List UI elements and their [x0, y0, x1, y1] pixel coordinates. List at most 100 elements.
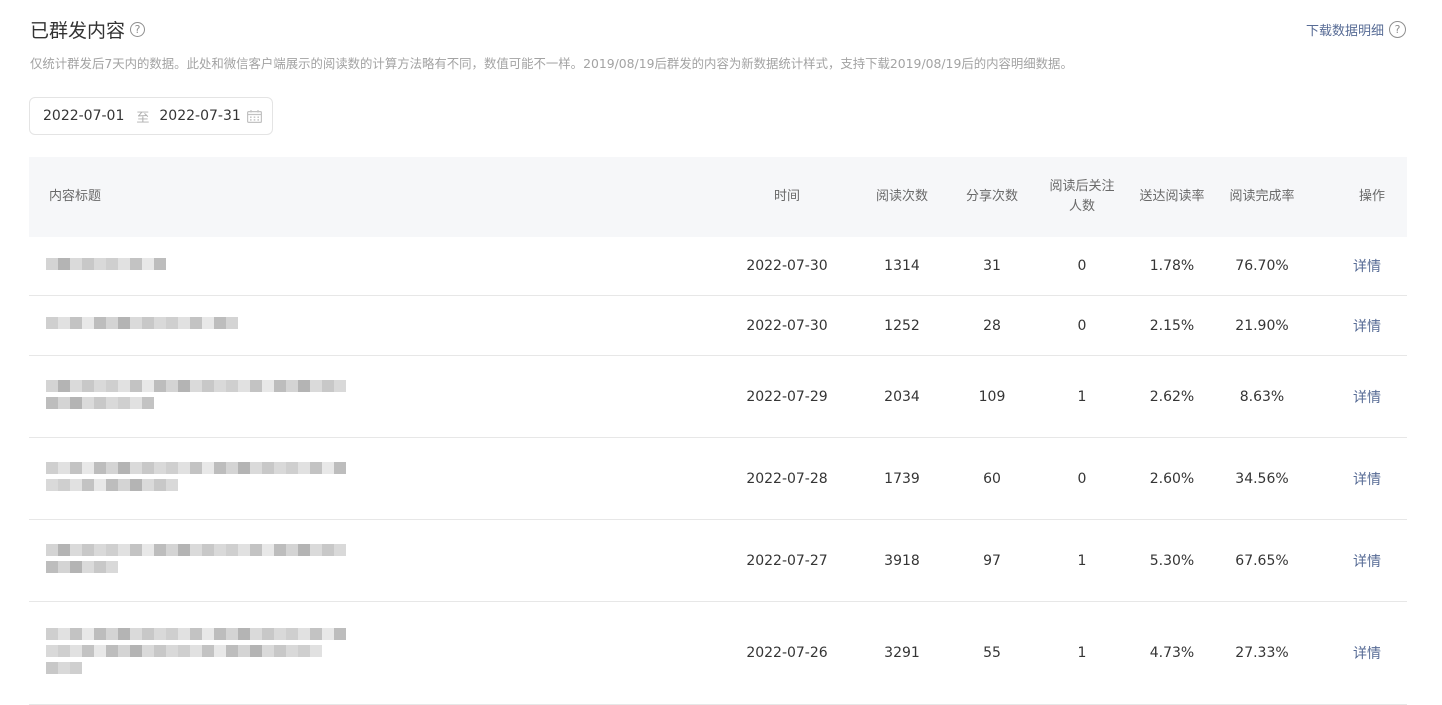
redaction-pixel: [322, 628, 334, 640]
redaction-pixel: [286, 645, 298, 657]
redaction-pixel: [58, 397, 70, 409]
redaction-pixel: [106, 561, 118, 573]
download-details-link[interactable]: 下载数据明细 ?: [1306, 20, 1406, 39]
end-date[interactable]: 2022-07-31: [159, 108, 240, 124]
redaction-pixel: [226, 380, 238, 392]
content-table: 内容标题 时间 阅读次数 分享次数 阅读后关注 人数 送达阅读率 阅读完成率 操…: [29, 157, 1407, 705]
row-delivery-rate: 5.30%: [1149, 552, 1195, 569]
redaction-pixel: [46, 662, 58, 674]
redaction-pixel: [106, 628, 118, 640]
redaction-pixel: [190, 544, 202, 556]
redaction-pixel: [214, 628, 226, 640]
redaction-pixel: [286, 628, 298, 640]
redaction-pixel: [82, 317, 94, 329]
row-follow: 0: [1077, 258, 1087, 274]
redaction-pixel: [118, 317, 130, 329]
redaction-pixel: [142, 258, 154, 270]
redaction-pixel: [58, 561, 70, 573]
redaction-pixel: [106, 380, 118, 392]
redaction-pixel: [322, 380, 334, 392]
redaction-pixel: [178, 380, 190, 392]
redaction-pixel: [70, 662, 82, 674]
redaction-pixel: [166, 479, 178, 491]
calendar-icon[interactable]: [247, 110, 262, 123]
redaction-pixel: [154, 645, 166, 657]
row-detail-link[interactable]: 详情: [1337, 296, 1397, 355]
table-body: 2022-07-30 1314 31 0 1.78% 76.70% 详情 2022-07-30…: [29, 237, 1407, 705]
redaction-pixel: [166, 317, 178, 329]
row-detail-link[interactable]: 详情: [1337, 438, 1397, 519]
redaction-pixel: [94, 561, 106, 573]
redaction-pixel: [190, 380, 202, 392]
redaction-pixel: [226, 544, 238, 556]
redaction-pixel: [166, 462, 178, 474]
redaction-pixel: [82, 258, 94, 270]
redaction-pixel: [94, 380, 106, 392]
redaction-pixel: [94, 317, 106, 329]
redaction-pixel: [322, 544, 334, 556]
redaction-pixel: [106, 258, 118, 270]
redaction-pixel: [274, 645, 286, 657]
redaction-pixel: [250, 628, 262, 640]
row-reads: 3918: [884, 552, 920, 569]
redaction-pixel: [106, 462, 118, 474]
question-circle-icon[interactable]: ?: [130, 22, 146, 37]
redaction-pixel: [106, 544, 118, 556]
redaction-pixel: [58, 628, 70, 640]
redaction-pixel: [46, 380, 58, 392]
redaction-pixel: [322, 462, 334, 474]
redaction-pixel: [106, 479, 118, 491]
redaction-pixel: [178, 544, 190, 556]
redaction-pixel: [106, 317, 118, 329]
redaction-pixel: [214, 462, 226, 474]
start-date[interactable]: 2022-07-01: [43, 108, 124, 124]
table-row: 2022-07-26 3291 55 1 4.73% 27.33% 详情: [29, 602, 1407, 705]
redaction-pixel: [58, 317, 70, 329]
redaction-pixel: [94, 397, 106, 409]
redaction-pixel: [274, 544, 286, 556]
table-row: 2022-07-28 1739 60 0 2.60% 34.56% 详情: [29, 438, 1407, 520]
redaction-pixel: [94, 258, 106, 270]
redaction-pixel: [238, 645, 250, 657]
row-completion-rate: 8.63%: [1239, 388, 1285, 405]
col-header-follow-line2: 人数: [1068, 199, 1095, 214]
redaction-pixel: [262, 544, 274, 556]
redaction-pixel: [70, 462, 82, 474]
redaction-pixel: [46, 462, 58, 474]
question-circle-icon[interactable]: ?: [1389, 21, 1406, 38]
redaction-pixel: [202, 380, 214, 392]
redaction-pixel: [94, 479, 106, 491]
row-shares: 97: [983, 552, 1001, 569]
row-detail-link[interactable]: 详情: [1337, 237, 1397, 295]
download-details-label[interactable]: 下载数据明细: [1306, 20, 1384, 39]
redaction-pixel: [82, 628, 94, 640]
date-range-picker[interactable]: 2022-07-01 至 2022-07-31: [29, 97, 273, 135]
redaction-pixel: [118, 397, 130, 409]
redaction-pixel: [58, 462, 70, 474]
row-detail-link[interactable]: 详情: [1337, 520, 1397, 601]
redaction-pixel: [166, 380, 178, 392]
redaction-pixel: [130, 544, 142, 556]
row-follow: 1: [1077, 388, 1087, 405]
redaction-pixel: [298, 462, 310, 474]
row-reads: 1252: [884, 317, 920, 334]
redaction-pixel: [274, 628, 286, 640]
row-follow: 0: [1077, 317, 1087, 334]
redaction-pixel: [310, 628, 322, 640]
row-detail-link[interactable]: 详情: [1337, 356, 1397, 437]
col-header-delivery-rate: 送达阅读率: [1139, 189, 1205, 204]
row-time: 2022-07-29: [746, 388, 828, 405]
redaction-pixel: [154, 628, 166, 640]
row-reads: 3291: [884, 645, 920, 661]
redaction-pixel: [202, 628, 214, 640]
redaction-pixel: [118, 645, 130, 657]
redaction-pixel: [106, 397, 118, 409]
redaction-pixel: [130, 479, 142, 491]
redaction-pixel: [250, 380, 262, 392]
redaction-pixel: [190, 628, 202, 640]
row-detail-link[interactable]: 详情: [1337, 602, 1397, 704]
row-time: 2022-07-30: [746, 258, 828, 274]
col-header-shares: 分享次数: [965, 189, 1018, 204]
row-completion-rate: 76.70%: [1235, 258, 1289, 274]
row-delivery-rate: 2.60%: [1149, 470, 1195, 487]
